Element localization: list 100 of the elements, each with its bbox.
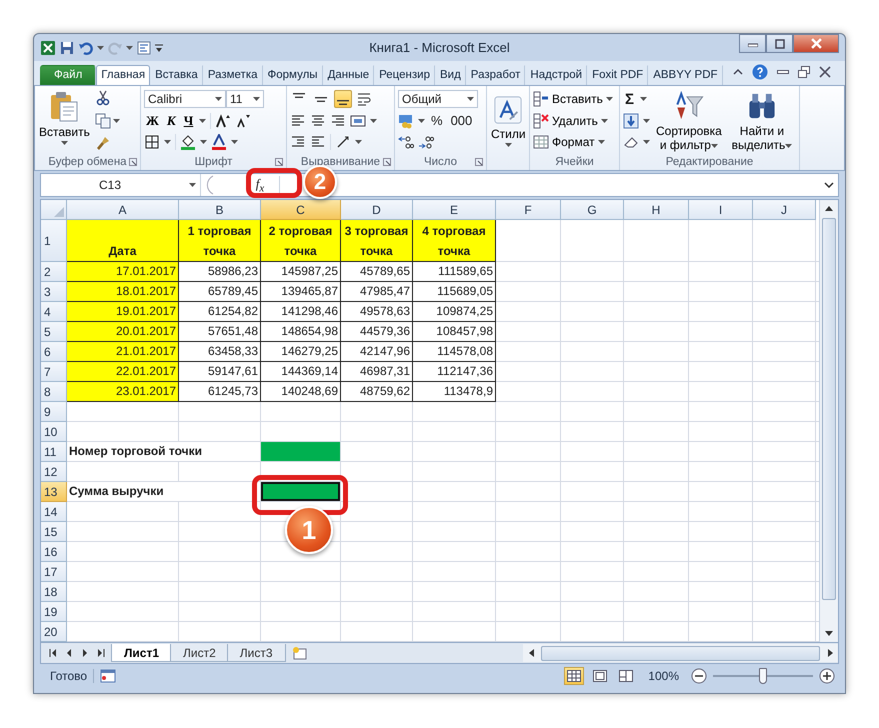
row-header[interactable]: 18 [41, 582, 67, 602]
number-format-field[interactable]: Общий [398, 90, 478, 108]
insert-function-button[interactable]: f$_{x}$ [241, 176, 280, 194]
column-header[interactable]: F [496, 200, 561, 220]
row-header[interactable]: 1 [41, 220, 67, 262]
italic-button[interactable]: К [164, 112, 178, 128]
cells-command-button[interactable]: Удалить [533, 110, 613, 130]
column-header[interactable]: J [753, 200, 816, 220]
restore-icon[interactable] [798, 66, 810, 78]
dialog-launcher-icon[interactable] [383, 158, 391, 166]
zoom-slider[interactable] [759, 668, 767, 684]
sort-filter-button[interactable]: Сортировка и фильтр [654, 89, 724, 154]
maximize-button[interactable] [766, 34, 793, 53]
shrink-font-icon[interactable] [235, 112, 252, 128]
scroll-up-icon[interactable] [825, 206, 833, 211]
merge-icon[interactable] [350, 112, 366, 128]
view-button[interactable] [564, 667, 584, 685]
save-icon[interactable] [59, 40, 75, 56]
row-header[interactable]: 5 [41, 322, 67, 342]
align-center-icon[interactable] [310, 112, 326, 128]
dialog-launcher-icon[interactable] [129, 158, 137, 166]
text-angle-icon[interactable] [335, 134, 351, 150]
currency-icon[interactable] [398, 112, 414, 128]
row-header[interactable]: 9 [41, 402, 67, 422]
first-sheet-icon[interactable] [49, 649, 57, 657]
expand-icon[interactable] [824, 182, 834, 188]
new-sheet-icon[interactable] [292, 646, 308, 660]
column-header[interactable]: C [261, 200, 341, 220]
font-name-field[interactable]: Calibri [144, 90, 226, 108]
row-header[interactable]: 13 [41, 482, 67, 502]
row-header[interactable]: 2 [41, 262, 67, 282]
scroll-thumb[interactable] [541, 646, 820, 660]
row-header[interactable]: 11 [41, 442, 67, 462]
sheet-tab[interactable]: Лист1 [111, 644, 172, 662]
column-header[interactable]: H [624, 200, 689, 220]
cells-command-button[interactable]: Вставить [533, 89, 613, 109]
bold-button[interactable]: Ж [144, 112, 161, 128]
font-size-field[interactable]: 11 [226, 90, 264, 108]
name-box[interactable]: C13 [41, 174, 201, 196]
minimize-icon[interactable] [777, 69, 789, 75]
scroll-down-icon[interactable] [825, 631, 833, 636]
next-sheet-icon[interactable] [81, 649, 89, 657]
decrease-decimal-icon[interactable] [418, 134, 434, 150]
copy-icon[interactable] [94, 112, 111, 128]
styles-button[interactable]: Стили [490, 89, 527, 170]
dialog-launcher-icon[interactable] [275, 158, 283, 166]
fill-color-icon[interactable] [180, 134, 196, 150]
sheet-tab[interactable]: Лист3 [226, 644, 286, 662]
record-macro-icon[interactable] [100, 669, 116, 683]
ribbon-tab[interactable]: Главная [96, 65, 150, 85]
scroll-right-icon[interactable] [828, 649, 832, 657]
borders-icon[interactable] [144, 134, 160, 150]
selected-cell[interactable] [261, 482, 341, 502]
sheet-tab[interactable]: Лист2 [170, 644, 229, 662]
thousands-button[interactable]: 000 [448, 113, 474, 128]
row-header[interactable]: 16 [41, 542, 67, 562]
filled-cell[interactable] [261, 442, 341, 462]
row-header[interactable]: 3 [41, 282, 67, 302]
row-header[interactable]: 8 [41, 382, 67, 402]
undo-icon[interactable] [78, 40, 94, 56]
column-header[interactable]: E [413, 200, 496, 220]
collapse-ribbon-icon[interactable] [733, 68, 743, 76]
vertical-scrollbar[interactable] [819, 200, 838, 642]
autosum-button[interactable]: Σ [623, 90, 636, 108]
scroll-left-icon[interactable] [528, 649, 534, 657]
scroll-thumb[interactable] [822, 218, 836, 600]
row-header[interactable]: 10 [41, 422, 67, 442]
column-header[interactable]: D [341, 200, 413, 220]
scissors-icon[interactable] [94, 90, 111, 106]
row-header[interactable]: 15 [41, 522, 67, 542]
font-color-icon[interactable] [211, 134, 227, 150]
column-header[interactable]: B [179, 200, 261, 220]
zoom-level[interactable]: 100% [642, 669, 685, 683]
previous-sheet-icon[interactable] [65, 649, 73, 657]
minimize-button[interactable] [739, 34, 766, 53]
horizontal-scrollbar[interactable] [523, 644, 838, 662]
wrap-text-icon[interactable] [356, 91, 372, 107]
form-icon[interactable] [136, 40, 152, 56]
excel-logo-icon[interactable] [40, 40, 56, 56]
cells-command-button[interactable]: Формат [533, 132, 613, 152]
grow-font-icon[interactable] [215, 112, 232, 128]
close-button[interactable] [793, 34, 839, 53]
align-right-icon[interactable] [330, 112, 346, 128]
row-header[interactable]: 20 [41, 622, 67, 642]
row-header[interactable]: 19 [41, 602, 67, 622]
percent-button[interactable]: % [429, 113, 445, 128]
find-select-button[interactable]: Найти и выделить [728, 89, 796, 154]
increase-decimal-icon[interactable] [398, 134, 414, 150]
ribbon-tab[interactable]: Файл [40, 65, 96, 85]
column-header[interactable]: I [689, 200, 753, 220]
help-icon[interactable] [752, 64, 768, 80]
customize-icon[interactable] [155, 42, 163, 52]
align-left-icon[interactable] [290, 112, 306, 128]
vertical-align-button[interactable] [334, 90, 352, 108]
row-header[interactable]: 14 [41, 502, 67, 522]
brush-icon[interactable] [94, 135, 111, 151]
row-header[interactable]: 7 [41, 362, 67, 382]
column-header[interactable]: A [67, 200, 179, 220]
row-header[interactable]: 17 [41, 562, 67, 582]
row-header[interactable]: 12 [41, 462, 67, 482]
